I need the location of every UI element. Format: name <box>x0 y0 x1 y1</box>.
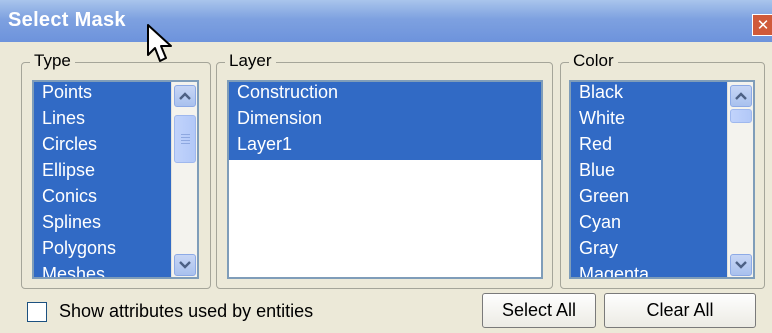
color-list-item[interactable]: Gray <box>571 238 753 264</box>
color-list-item[interactable]: Magenta <box>571 264 753 277</box>
type-group-label: Type <box>30 51 75 71</box>
color-list-item[interactable]: Black <box>571 82 753 108</box>
scroll-down-arrow-icon[interactable] <box>174 254 196 276</box>
scroll-up-arrow-icon[interactable] <box>174 85 196 107</box>
color-list-item[interactable]: White <box>571 108 753 134</box>
clear-all-button[interactable]: Clear All <box>604 293 756 328</box>
scroll-up-arrow-icon[interactable] <box>730 85 752 107</box>
scrollbar-thumb[interactable] <box>174 115 196 163</box>
color-group-label: Color <box>569 51 618 71</box>
select-mask-dialog: Select Mask ✕ Type Points Lines Circles … <box>0 0 772 333</box>
layer-list-item[interactable]: Layer1 <box>229 134 541 160</box>
type-group: Type Points Lines Circles Ellipse Conics… <box>21 51 211 289</box>
color-listbox[interactable]: Black White Red Blue Green Cyan Gray Mag… <box>569 80 755 279</box>
color-scrollbar[interactable] <box>727 82 753 277</box>
color-list-item[interactable]: Green <box>571 186 753 212</box>
layer-group-label: Layer <box>225 51 276 71</box>
color-list-item[interactable]: Cyan <box>571 212 753 238</box>
layer-group: Layer Construction Dimension Layer1 <box>216 51 553 289</box>
color-group: Color Black White Red Blue Green Cyan Gr… <box>560 51 765 289</box>
color-list-item[interactable]: Red <box>571 134 753 160</box>
type-scrollbar[interactable] <box>171 82 197 277</box>
scroll-down-arrow-icon[interactable] <box>730 254 752 276</box>
mouse-cursor-icon <box>147 24 172 62</box>
window-title: Select Mask <box>8 9 126 31</box>
select-all-button[interactable]: Select All <box>482 293 596 328</box>
color-list-items: Black White Red Blue Green Cyan Gray Mag… <box>571 82 753 277</box>
layer-listbox[interactable]: Construction Dimension Layer1 <box>227 80 543 279</box>
color-list-item[interactable]: Blue <box>571 160 753 186</box>
layer-list-item[interactable]: Construction <box>229 82 541 108</box>
show-attributes-checkbox[interactable] <box>27 302 47 322</box>
show-attributes-label[interactable]: Show attributes used by entities <box>59 301 313 322</box>
close-icon[interactable]: ✕ <box>752 14 772 36</box>
layer-list-item[interactable]: Dimension <box>229 108 541 134</box>
type-listbox[interactable]: Points Lines Circles Ellipse Conics Spli… <box>32 80 199 279</box>
scrollbar-thumb[interactable] <box>730 109 752 123</box>
title-bar[interactable]: Select Mask ✕ <box>0 0 772 42</box>
